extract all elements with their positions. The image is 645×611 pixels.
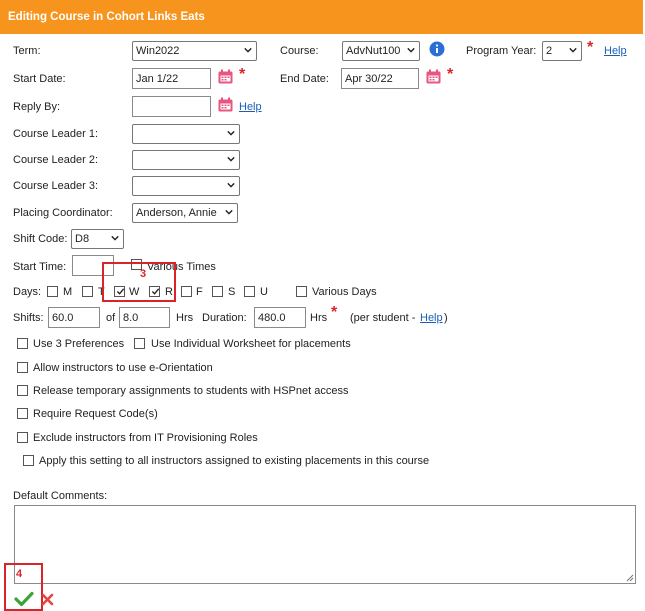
course-label: Course: bbox=[280, 45, 319, 57]
day-checkbox-f[interactable] bbox=[181, 286, 192, 297]
course-leader-2-label: Course Leader 2: bbox=[13, 154, 98, 166]
chevron-down-icon bbox=[244, 47, 252, 53]
day-checkbox-t[interactable] bbox=[82, 286, 93, 297]
placing-coordinator-label: Placing Coordinator: bbox=[13, 207, 113, 219]
course-leader-1-label: Course Leader 1: bbox=[13, 128, 98, 140]
individual-worksheet-checkbox[interactable] bbox=[134, 338, 145, 349]
shift-code-select[interactable]: D8 bbox=[71, 229, 124, 249]
duration-label: Duration: bbox=[202, 312, 247, 324]
hrs-label-2: Hrs bbox=[310, 312, 328, 324]
course-select[interactable]: AdvNut100 bbox=[342, 41, 420, 61]
start-date-label: Start Date: bbox=[13, 73, 66, 85]
required-marker: * bbox=[239, 66, 246, 83]
day-checkbox-u[interactable] bbox=[244, 286, 255, 297]
release-temporary-label: Release temporary assignments to student… bbox=[33, 385, 349, 397]
use-3-preferences-label: Use 3 Preferences bbox=[33, 338, 125, 350]
request-code-label: Require Request Code(s) bbox=[33, 408, 158, 420]
program-year-value: 2 bbox=[546, 45, 553, 57]
release-temporary-checkbox[interactable] bbox=[17, 385, 28, 396]
exclude-it-label: Exclude instructors from IT Provisioning… bbox=[33, 432, 258, 444]
request-code-checkbox[interactable] bbox=[17, 408, 28, 419]
help-link[interactable]: Help bbox=[604, 45, 627, 57]
shifts-label: Shifts: bbox=[13, 312, 44, 324]
calendar-icon[interactable] bbox=[218, 69, 233, 84]
course-select-value: AdvNut100 bbox=[346, 45, 401, 57]
annotation-label-4: 4 bbox=[16, 568, 23, 580]
term-select[interactable]: Win2022 bbox=[132, 41, 257, 61]
shift-code-value: D8 bbox=[75, 233, 90, 245]
apply-setting-checkbox[interactable] bbox=[23, 455, 34, 466]
day-label-m: M bbox=[63, 286, 73, 298]
chevron-down-icon bbox=[407, 47, 415, 53]
course-leader-2-select[interactable] bbox=[132, 150, 240, 170]
program-year-label: Program Year: bbox=[466, 45, 537, 57]
annotation-box-3 bbox=[102, 262, 176, 302]
dialog-title: Editing Course in Cohort Links Eats bbox=[0, 0, 643, 34]
chevron-down-icon bbox=[111, 235, 119, 241]
calendar-icon[interactable] bbox=[426, 69, 441, 84]
apply-setting-label: Apply this setting to all instructors as… bbox=[39, 455, 430, 467]
shifts-input[interactable]: 60.0 bbox=[48, 307, 100, 328]
help-link[interactable]: Help bbox=[239, 101, 262, 113]
term-label: Term: bbox=[13, 45, 41, 57]
start-time-label: Start Time: bbox=[13, 261, 67, 273]
per-student-suffix: ) bbox=[444, 312, 448, 324]
calendar-icon[interactable] bbox=[218, 97, 233, 112]
day-checkbox-s[interactable] bbox=[212, 286, 223, 297]
course-leader-3-label: Course Leader 3: bbox=[13, 180, 98, 192]
default-comments-textarea[interactable] bbox=[14, 505, 636, 584]
days-label: Days: bbox=[13, 286, 42, 298]
required-marker: * bbox=[447, 66, 454, 83]
default-comments-label: Default Comments: bbox=[13, 490, 108, 502]
exclude-it-checkbox[interactable] bbox=[17, 432, 28, 443]
term-select-value: Win2022 bbox=[136, 45, 180, 57]
required-marker: * bbox=[587, 39, 594, 56]
day-label-s: S bbox=[228, 286, 236, 298]
help-link[interactable]: Help bbox=[420, 312, 443, 324]
day-label-f: F bbox=[196, 286, 203, 298]
program-year-select[interactable]: 2 bbox=[542, 41, 582, 61]
various-days-checkbox[interactable] bbox=[296, 286, 307, 297]
end-date-input[interactable]: Apr 30/22 bbox=[341, 68, 419, 89]
shift-code-label: Shift Code: bbox=[13, 233, 68, 245]
reply-by-input[interactable] bbox=[132, 96, 211, 117]
end-date-label: End Date: bbox=[280, 73, 329, 85]
duration-input[interactable]: 480.0 bbox=[254, 307, 306, 328]
chevron-down-icon bbox=[569, 47, 577, 53]
hours-input[interactable]: 8.0 bbox=[119, 307, 170, 328]
eorientation-checkbox[interactable] bbox=[17, 362, 28, 373]
course-leader-3-select[interactable] bbox=[132, 176, 240, 196]
start-date-input[interactable]: Jan 1/22 bbox=[132, 68, 211, 89]
eorientation-label: Allow instructors to use e-Orientation bbox=[33, 362, 213, 374]
hrs-label: Hrs bbox=[176, 312, 194, 324]
chevron-down-icon bbox=[227, 130, 235, 136]
placing-coordinator-value: Anderson, Annie bbox=[136, 207, 217, 219]
required-marker: * bbox=[331, 304, 338, 321]
placing-coordinator-select[interactable]: Anderson, Annie bbox=[132, 203, 238, 223]
use-3-preferences-checkbox[interactable] bbox=[17, 338, 28, 349]
individual-worksheet-label: Use Individual Worksheet for placements bbox=[151, 338, 351, 350]
day-checkbox-m[interactable] bbox=[47, 286, 58, 297]
chevron-down-icon bbox=[225, 209, 233, 215]
per-student-prefix: (per student - bbox=[350, 312, 416, 324]
cancel-x-icon[interactable] bbox=[41, 593, 54, 606]
course-leader-1-select[interactable] bbox=[132, 124, 240, 144]
various-days-label: Various Days bbox=[312, 286, 377, 298]
resize-handle-icon[interactable] bbox=[625, 573, 634, 582]
chevron-down-icon bbox=[227, 156, 235, 162]
reply-by-label: Reply By: bbox=[13, 101, 61, 113]
chevron-down-icon bbox=[227, 182, 235, 188]
info-icon[interactable] bbox=[429, 41, 445, 57]
of-label: of bbox=[106, 312, 116, 324]
save-check-icon[interactable] bbox=[14, 591, 34, 607]
annotation-label-3: 3 bbox=[140, 268, 147, 280]
day-label-u: U bbox=[260, 286, 268, 298]
